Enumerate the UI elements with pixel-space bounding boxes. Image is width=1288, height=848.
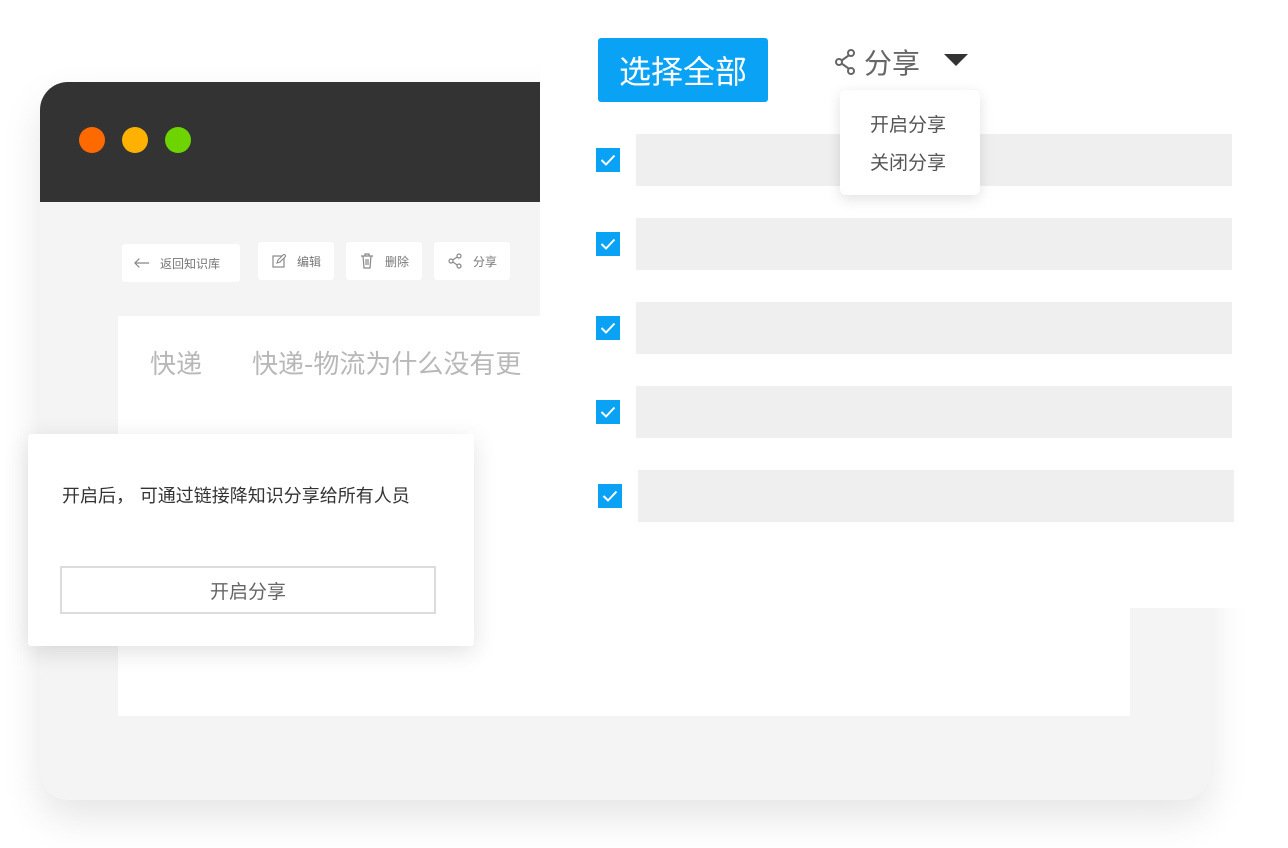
check-icon [602,490,618,502]
share-icon [834,48,858,76]
edit-button[interactable]: 编辑 [258,242,334,280]
check-icon [600,238,616,250]
list-item[interactable] [636,302,1232,354]
share-dropdown-trigger[interactable]: 分享 [834,40,920,84]
back-to-library-button[interactable]: 返回知识库 [122,244,240,282]
caret-down-icon[interactable] [944,54,968,66]
list-item[interactable] [636,386,1232,438]
delete-label: 删除 [385,254,410,269]
toolbar-share-button[interactable]: 分享 [434,242,510,280]
row-checkbox[interactable] [598,484,622,508]
maximize-window-dot[interactable] [165,127,191,153]
toolbar-share-label: 分享 [473,254,498,269]
enable-share-button[interactable]: 开启分享 [60,566,436,614]
doc-category: 快递 [150,350,203,380]
share-icon [447,253,463,269]
select-all-button[interactable]: 选择全部 [598,38,768,102]
check-icon [600,406,616,418]
row-checkbox[interactable] [596,148,620,172]
back-to-library-label: 返回知识库 [160,256,221,271]
list-item[interactable] [636,218,1232,270]
arrow-left-icon [134,255,150,271]
share-dialog-message: 开启后， 可通过链接降知识分享给所有人员 [62,486,410,507]
row-checkbox[interactable] [596,400,620,424]
list-item[interactable] [638,470,1234,522]
share-trigger-label: 分享 [864,47,921,80]
menu-item-disable-share[interactable]: 关闭分享 [870,148,946,175]
menu-item-enable-share[interactable]: 开启分享 [870,110,946,137]
trash-icon [359,253,375,269]
edit-icon [271,253,287,269]
row-checkbox[interactable] [596,316,620,340]
delete-button[interactable]: 删除 [346,242,422,280]
edit-label: 编辑 [297,254,322,269]
check-icon [600,154,616,166]
row-checkbox[interactable] [596,232,620,256]
doc-title: 快递-物流为什么没有更 [252,350,522,380]
close-window-dot[interactable] [79,127,105,153]
check-icon [600,322,616,334]
minimize-window-dot[interactable] [122,127,148,153]
share-dialog: 开启后， 可通过链接降知识分享给所有人员 开启分享 [28,434,474,646]
stage: 返回知识库 编辑 删除 分享 快递 快递-物流为什么没有更 选择全部 分享 开启… [0,0,1288,848]
share-dropdown-menu: 开启分享 关闭分享 [840,90,980,195]
